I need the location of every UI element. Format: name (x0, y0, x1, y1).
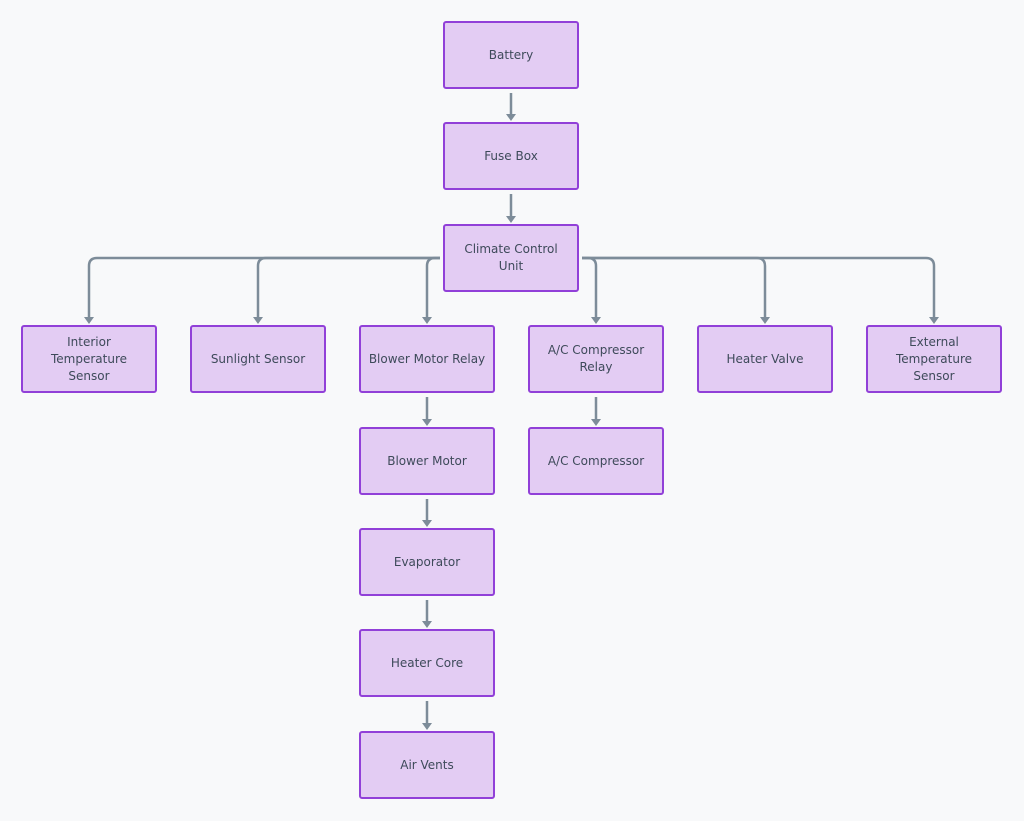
edge-battery-to-fuse-box-arrowhead (506, 114, 516, 121)
node-air-vents[interactable]: Air Vents (359, 731, 495, 799)
node-label: Battery (488, 47, 534, 62)
node-external-temperature-sensor[interactable]: External Temperature Sensor (866, 325, 1002, 393)
node-label: Sunlight Sensor (210, 351, 306, 366)
edge-blower-motor-relay-to-blower-motor-arrowhead (422, 419, 432, 426)
node-label: Fuse Box (484, 148, 538, 163)
node-label: A/C Compressor Relay (547, 343, 645, 374)
node-battery[interactable]: Battery (443, 21, 579, 89)
node-sunlight-sensor[interactable]: Sunlight Sensor (190, 325, 326, 393)
node-label: A/C Compressor (547, 453, 645, 468)
edge-climate-control-unit-to-external-temp-sensor-arrowhead (929, 317, 939, 324)
edge-climate-control-unit-to-ac-compressor-relay (582, 256, 598, 318)
edge-heater-core-to-air-vents-arrowhead (422, 723, 432, 730)
edge-evaporator-to-heater-core-arrowhead (422, 621, 432, 628)
node-blower-motor-relay[interactable]: Blower Motor Relay (359, 325, 495, 393)
node-label: Blower Motor (387, 453, 467, 468)
node-ac-compressor-relay[interactable]: A/C Compressor Relay (528, 325, 664, 393)
edge-climate-control-unit-to-heater-valve-arrowhead (760, 317, 770, 324)
flowchart-diagram: Battery Fuse Box Climate Control Unit In… (0, 0, 1024, 821)
node-label: Heater Valve (726, 351, 804, 366)
edge-climate-control-unit-to-sunlight-sensor (256, 256, 440, 318)
node-blower-motor[interactable]: Blower Motor (359, 427, 495, 495)
node-heater-valve[interactable]: Heater Valve (697, 325, 833, 393)
node-fuse-box[interactable]: Fuse Box (443, 122, 579, 190)
edge-climate-control-unit-to-heater-valve (582, 256, 767, 318)
node-evaporator[interactable]: Evaporator (359, 528, 495, 596)
edge-fuse-box-to-climate-control-unit-arrowhead (506, 216, 516, 223)
edge-climate-control-unit-to-blower-motor-relay-arrowhead (422, 317, 432, 324)
edge-climate-control-unit-to-external-temp-sensor (582, 256, 936, 318)
node-label: Climate Control Unit (464, 242, 558, 273)
edge-climate-control-unit-to-ac-compressor-relay-arrowhead (591, 317, 601, 324)
node-interior-temperature-sensor[interactable]: Interior Temperature Sensor (21, 325, 157, 393)
node-heater-core[interactable]: Heater Core (359, 629, 495, 697)
edge-climate-control-unit-to-sunlight-sensor-arrowhead (253, 317, 263, 324)
edge-ac-compressor-relay-to-ac-compressor-arrowhead (591, 419, 601, 426)
edge-blower-motor-to-evaporator-arrowhead (422, 520, 432, 527)
node-ac-compressor[interactable]: A/C Compressor (528, 427, 664, 495)
edge-climate-control-unit-to-interior-temp-sensor-arrowhead (84, 317, 94, 324)
node-label: Blower Motor Relay (368, 351, 486, 366)
node-label: External Temperature Sensor (895, 334, 972, 383)
node-label: Air Vents (400, 757, 454, 772)
node-climate-control-unit[interactable]: Climate Control Unit (443, 224, 579, 292)
edge-climate-control-unit-to-blower-motor-relay (425, 256, 440, 318)
node-label: Heater Core (390, 655, 464, 670)
node-label: Interior Temperature Sensor (50, 334, 127, 383)
edge-climate-control-unit-to-interior-temp-sensor (87, 256, 440, 318)
node-label: Evaporator (393, 554, 461, 569)
